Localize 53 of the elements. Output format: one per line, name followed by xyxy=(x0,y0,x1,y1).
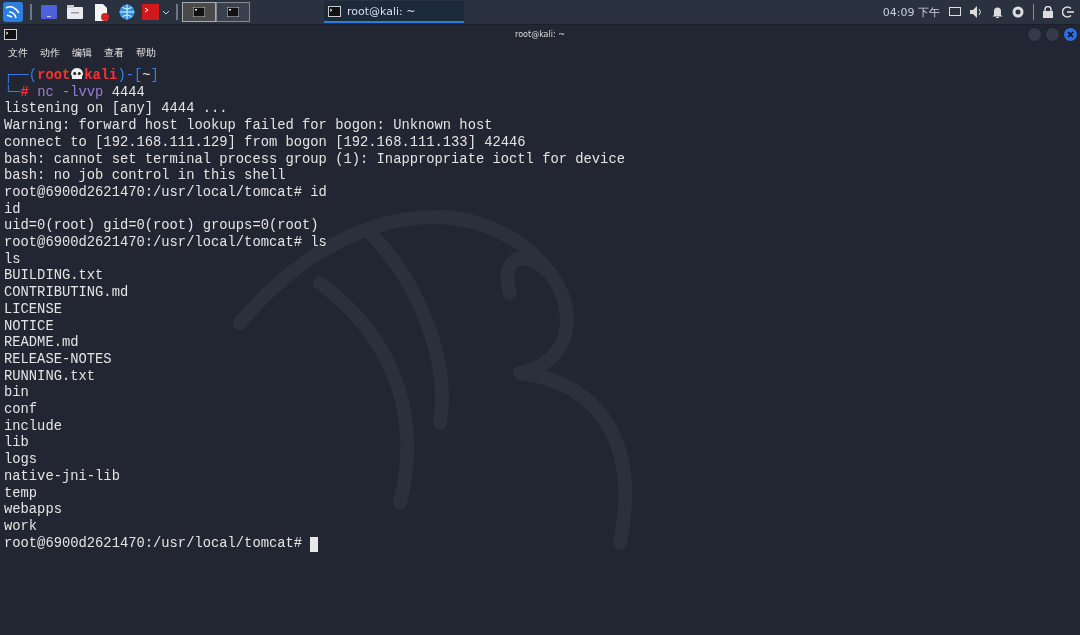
output-line: LICENSE xyxy=(4,301,62,319)
output-line: bash: no job control in this shell xyxy=(4,168,286,185)
window-title: root@kali: ~ xyxy=(515,29,565,39)
terminal-icon xyxy=(4,28,17,40)
output-line: RELEASE-NOTES xyxy=(4,351,112,369)
output-line: conf xyxy=(4,402,38,419)
prompt-line: ┌──(root kali)-[~] xyxy=(4,67,159,85)
bell-icon[interactable] xyxy=(992,6,1003,18)
document-icon[interactable] xyxy=(93,3,109,21)
output-line: Warning: forward host lookup failed for bogon: Unknown host xyxy=(4,118,493,135)
output-line: root@6900d2621470:/usr/local/tomcat# id xyxy=(4,184,327,202)
terminal-app-icon[interactable] xyxy=(142,4,170,20)
output-line: include xyxy=(4,418,62,435)
menu-item[interactable]: 帮助 xyxy=(136,46,156,60)
clock[interactable]: 04:09 下午 xyxy=(882,4,940,20)
menu-item[interactable]: 查看 xyxy=(104,46,124,60)
output-line: native-jni-lib xyxy=(4,468,120,486)
menu-item[interactable]: 动作 xyxy=(40,46,60,60)
shell-prompt: root@6900d2621470:/usr/local/tomcat# xyxy=(4,535,303,553)
output-line: root@6900d2621470:/usr/local/tomcat# ls xyxy=(4,235,327,252)
output-line: RUNNING.txt xyxy=(4,368,96,385)
output-line: bin xyxy=(4,385,29,402)
close-button[interactable] xyxy=(1063,26,1078,42)
output-line: ls xyxy=(4,251,21,269)
output-line: bash: cannot set terminal process group (1): Inappropriate ioctl for device xyxy=(4,151,625,168)
output-line: logs xyxy=(4,452,38,469)
output-line: CONTRIBUTING.md xyxy=(4,285,129,302)
command-line: └─# nc -lvvp 4444 xyxy=(4,84,145,101)
output-line: lib xyxy=(4,435,29,452)
window-thumbnail[interactable] xyxy=(182,2,216,22)
window-thumbnail[interactable] xyxy=(216,2,250,22)
output-line: BUILDING.txt xyxy=(4,268,104,285)
output-line: temp xyxy=(4,485,38,502)
text-cursor xyxy=(310,536,319,552)
output-line: webapps xyxy=(4,502,62,519)
output-line: NOTICE xyxy=(4,318,54,335)
output-line: README.md xyxy=(4,335,79,352)
output-line: work xyxy=(4,519,38,536)
terminal-icon xyxy=(328,5,341,17)
logout-icon[interactable] xyxy=(1062,6,1074,18)
taskbar-task[interactable]: root@kali: ~ xyxy=(324,1,464,23)
folder-icon[interactable] xyxy=(67,5,83,19)
globe-icon[interactable] xyxy=(119,4,135,20)
display-icon[interactable] xyxy=(949,7,961,17)
output-line: connect to [192.168.111.129] from bogon [192.168.111.133] 42446 xyxy=(4,134,526,152)
lock-icon[interactable] xyxy=(1043,6,1053,18)
output-line: listening on [any] 4444 ... xyxy=(4,101,228,118)
volume-icon[interactable] xyxy=(970,6,983,18)
menu-item[interactable]: 编辑 xyxy=(72,46,92,60)
close-icon xyxy=(1067,30,1074,38)
output-line: id xyxy=(4,201,21,218)
output-line: uid=0(root) gid=0(root) groups=0(root) xyxy=(4,218,319,235)
menu-item[interactable]: 文件 xyxy=(8,46,28,60)
